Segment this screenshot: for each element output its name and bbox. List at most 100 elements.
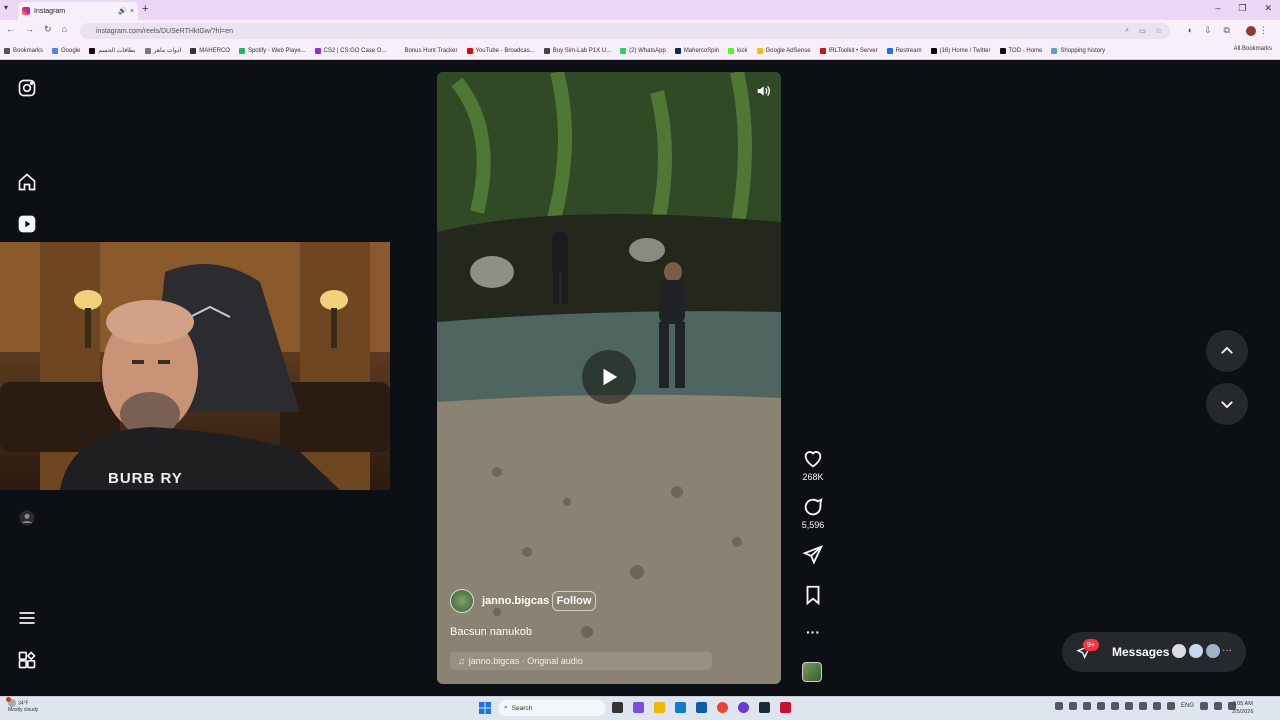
bookmark-item[interactable]: ادوات ماهر [144, 47, 181, 54]
forward-arrow-icon[interactable]: → [25, 24, 34, 35]
audio-link[interactable]: ♫ janno.bigcas · Original audio [450, 652, 712, 670]
bookmark-label: CS2 | CS:GO Case O... [323, 47, 387, 54]
apps-icon[interactable] [17, 650, 37, 670]
home-icon[interactable] [17, 172, 37, 192]
scrollbar[interactable] [1272, 60, 1280, 696]
windows-start-icon[interactable] [479, 702, 491, 714]
tray-icon[interactable] [1055, 702, 1063, 710]
tray-icon[interactable] [1111, 702, 1119, 710]
discord-icon[interactable] [738, 702, 749, 713]
bookmark-item[interactable]: Bookmarks [4, 47, 43, 54]
bookmark-item[interactable]: Shopping history [1051, 47, 1105, 54]
bookmark-favicon-icon [395, 47, 402, 54]
like-icon[interactable] [802, 448, 824, 470]
bookmark-favicon-icon [314, 47, 321, 54]
task-view-icon[interactable] [612, 702, 623, 713]
audio-thumbnail[interactable] [802, 662, 822, 682]
tab-audio-icon[interactable]: 🔊 [118, 7, 127, 15]
all-bookmarks-button[interactable]: All Bookmarks [1234, 46, 1272, 52]
bookmark-favicon-icon [674, 47, 681, 54]
messages-badge: 9+ [1083, 639, 1099, 651]
reels-icon[interactable] [17, 214, 37, 234]
reload-icon[interactable]: ↻ [44, 24, 52, 35]
bookmark-item[interactable]: kick [728, 47, 748, 54]
tray-icon[interactable] [1097, 702, 1105, 710]
comment-count: 5,596 [801, 520, 825, 530]
bookmark-favicon-icon [238, 47, 245, 54]
bookmark-item[interactable]: Buy Sim-Lab P1X U... [543, 47, 611, 54]
sound-icon[interactable] [755, 83, 771, 99]
bookmark-item[interactable]: MahercoSpin [674, 47, 719, 54]
comment-icon[interactable] [802, 496, 824, 518]
menu-icon[interactable] [17, 608, 37, 628]
extensions-puzzle-icon[interactable]: ⧉ [1224, 25, 1230, 36]
previous-reel-button[interactable] [1206, 330, 1248, 372]
share-icon[interactable] [802, 544, 824, 566]
app-icon[interactable] [780, 702, 791, 713]
bookmark-label: MAHERCO [199, 47, 230, 54]
steam-icon[interactable] [759, 702, 770, 713]
downloads-icon[interactable]: ⇩ [1204, 25, 1212, 36]
close-window-button[interactable]: ✕ [1264, 3, 1272, 14]
address-bar[interactable]: instagram.com/reels/DUSeRTHktGw/?hl=en ⌕… [80, 23, 1170, 39]
follow-button[interactable]: Follow [552, 591, 596, 611]
reel-caption: Bacsun nanukob [450, 626, 532, 638]
wifi-icon[interactable] [1200, 702, 1209, 710]
next-reel-button[interactable] [1206, 383, 1248, 425]
tray-icon[interactable] [1083, 702, 1091, 710]
tab-search-button[interactable]: ▾ [4, 3, 8, 12]
bookmark-item[interactable]: Google AdSense [756, 47, 811, 54]
cast-icon[interactable]: ▭ [1139, 27, 1146, 35]
app-icon[interactable] [696, 702, 707, 713]
bookmark-label: YouTube - Broadcas... [475, 47, 535, 54]
home-button-icon[interactable]: ⌂ [62, 24, 67, 35]
bookmark-item[interactable]: CS2 | CS:GO Case O... [314, 47, 387, 54]
bookmark-item[interactable]: بطاقات الحسم [89, 47, 136, 54]
zoom-icon[interactable]: ⌕ [1125, 27, 1129, 35]
bookmark-item[interactable]: (16) Home / Twitter [930, 47, 991, 54]
edge-icon[interactable] [675, 702, 686, 713]
tab-close-icon[interactable]: × [130, 8, 134, 15]
browser-tab-instagram[interactable]: Instagram 🔊 × [18, 2, 138, 20]
author-username[interactable]: janno.bigcas [482, 595, 549, 607]
play-button[interactable] [582, 350, 636, 404]
taskbar-search[interactable]: ⌕ Search [498, 700, 606, 716]
minimize-button[interactable]: – [1215, 3, 1220, 14]
bookmark-item[interactable]: YouTube - Broadcas... [466, 47, 535, 54]
chevron-up-icon[interactable] [1167, 702, 1175, 710]
more-options-icon[interactable]: ··· [802, 624, 824, 640]
save-icon[interactable] [802, 584, 824, 606]
bookmark-item[interactable]: Spotify - Web Playe... [238, 47, 306, 54]
volume-icon[interactable] [1214, 702, 1223, 710]
file-explorer-icon[interactable] [654, 702, 665, 713]
chrome-icon[interactable] [717, 702, 728, 713]
language-indicator[interactable]: ENG [1181, 703, 1194, 709]
tray-icon[interactable] [1069, 702, 1077, 710]
profile-avatar-browser[interactable] [1246, 26, 1256, 36]
new-tab-button[interactable]: + [142, 3, 148, 15]
bookmark-item[interactable]: IRLToolkit • Server [819, 47, 878, 54]
extension-icon[interactable]: ◖ [1187, 25, 1192, 36]
bookmark-item[interactable]: (2) WhatsApp [620, 47, 666, 54]
bookmark-item[interactable]: MAHERCO [190, 47, 230, 54]
taskbar-clock[interactable]: 2:05 AM 2/5/2026 [1232, 700, 1253, 716]
bookmark-label: TOD - Home [1008, 47, 1043, 54]
bookmark-item[interactable]: Google [52, 47, 80, 54]
app-icon[interactable] [633, 702, 644, 713]
maximize-button[interactable]: ❐ [1238, 3, 1246, 14]
tray-icon[interactable] [1139, 702, 1147, 710]
back-arrow-icon[interactable]: ← [6, 24, 15, 35]
tray-icon[interactable] [1153, 702, 1161, 710]
browser-menu-icon[interactable]: ⋮ [1259, 25, 1268, 36]
bookmark-item[interactable]: TOD - Home [999, 47, 1043, 54]
weather-widget[interactable]: 34°F Mostly cloudy [6, 697, 38, 714]
instagram-icon[interactable] [17, 78, 37, 98]
bookmark-item[interactable]: Bonus Hunt Tracker [395, 47, 458, 54]
bookmark-favicon-icon [756, 47, 763, 54]
profile-avatar[interactable] [17, 508, 37, 528]
author-avatar[interactable] [450, 589, 474, 613]
bookmark-item[interactable]: Restream [886, 47, 922, 54]
tray-icon[interactable] [1125, 702, 1133, 710]
bookmark-star-icon[interactable]: ☆ [1156, 27, 1162, 35]
bookmark-favicon-icon [543, 47, 550, 54]
